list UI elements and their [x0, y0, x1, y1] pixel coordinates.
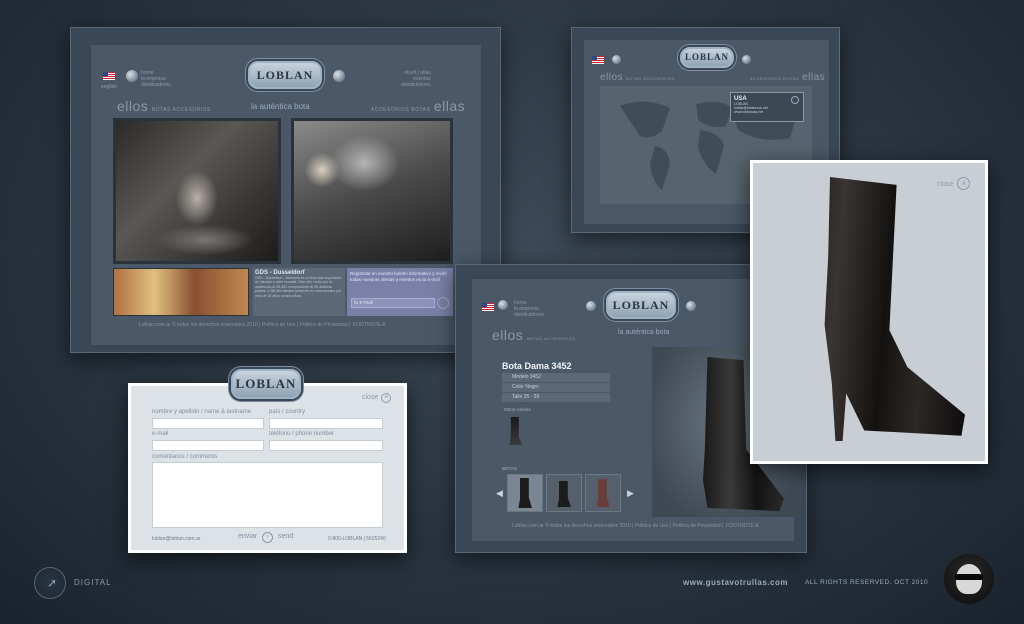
nav-distribuidores-right-link[interactable]: distribuidores: [401, 82, 431, 88]
product-nav-distribuidores-link[interactable]: distribuidores: [514, 312, 544, 318]
men-photo[interactable]: [113, 118, 281, 264]
map-loblan-logo[interactable]: LOBLAN: [680, 47, 734, 68]
country-field[interactable]: [269, 418, 383, 429]
close-x-icon[interactable]: ×: [957, 177, 971, 190]
author-avatar[interactable]: [944, 554, 994, 604]
contact-form-mockup: LOBLAN close × nombre y apellido / name …: [128, 369, 407, 553]
home-page-mockup: english home la empresa distribuidores L…: [70, 27, 501, 353]
nav-left-knob-icon: [126, 70, 138, 82]
news-box: GDS - Dusseldorf GDS - Dusseldorf - Alem…: [253, 268, 345, 316]
boot-zoom-modal: close ×: [750, 160, 988, 464]
spec-color: Color Negro: [502, 383, 610, 392]
category-ellos[interactable]: ellos BOTAS ACCESORIOS: [117, 98, 211, 114]
category-ellas[interactable]: ACCESORIOS BOTAS ellas: [371, 98, 465, 114]
email-field-label: e-mail: [152, 431, 169, 437]
zoom-boot-image: [824, 177, 965, 441]
carousel-prev-arrow-icon[interactable]: ◀: [496, 488, 503, 499]
newsletter-submit-button[interactable]: [437, 297, 449, 309]
cursor-arrow-icon: ➚: [47, 576, 58, 590]
send-label-en[interactable]: send: [278, 533, 293, 540]
home-footer: Loblan.com.ar © todos los derechos reser…: [139, 322, 386, 328]
product-tagline: la auténtica bota: [618, 329, 670, 336]
category-ellas-sub: ACCESORIOS BOTAS: [371, 107, 431, 113]
news-body: GDS - Dusseldorf - Alemania es la feria …: [255, 276, 342, 298]
nav-distribuidores-link[interactable]: distribuidores: [141, 82, 171, 88]
product-category-ellos[interactable]: ellos BOTAS ACCESORIOS: [492, 327, 576, 343]
country-field-label: país / country: [269, 409, 306, 415]
newsletter-text: Registrate en nuestro boletín informativ…: [350, 271, 447, 282]
map-nav-left-knob-icon: [612, 55, 621, 64]
name-field-label: nombre y apellido / name & lastname: [152, 409, 252, 415]
category-ellas-title[interactable]: ellas: [434, 98, 465, 114]
contact-phone: 0-800-LOBLAN | 5625240: [328, 536, 386, 542]
website-link[interactable]: www.gustavotrullas.com: [683, 578, 788, 587]
newsletter-email-input[interactable]: tu e-mail: [351, 298, 435, 308]
rights-text: ALL RIGHTS RESERVED. OCT 2010: [805, 579, 929, 586]
carousel-label: BOTAS: [502, 466, 517, 471]
map-ellos-sub: BOTAS ACCESORIOS: [626, 76, 675, 81]
map-country-popup[interactable]: USA LOBLAN loblan@loblanusa.net www.lobl…: [730, 92, 804, 122]
send-arrow-icon[interactable]: ›: [262, 532, 274, 543]
product-ellos-title[interactable]: ellos: [492, 327, 523, 343]
zoom-close-label[interactable]: close: [937, 181, 953, 188]
women-photo[interactable]: [291, 118, 453, 264]
comments-textarea[interactable]: [152, 462, 383, 528]
map-nav-right-knob-icon: [742, 55, 751, 64]
map-category-ellos[interactable]: ellos BOTAS ACCESORIOS: [600, 72, 675, 83]
product-nav-left[interactable]: home la empresa distribuidores: [514, 300, 544, 318]
other-colors-label: Otros colores: [504, 407, 531, 412]
product-title: Bota Dama 3452: [502, 361, 572, 371]
loblan-logo[interactable]: LOBLAN: [248, 61, 322, 89]
comments-field-label: comentarios / comments: [152, 454, 218, 460]
us-flag-icon[interactable]: [103, 72, 115, 80]
send-label-es[interactable]: enviar: [238, 533, 257, 540]
store-photo[interactable]: [113, 268, 249, 316]
map-ellos-title[interactable]: ellos: [600, 72, 623, 83]
phone-field[interactable]: [269, 440, 383, 451]
product-us-flag-icon[interactable]: [482, 303, 494, 311]
newsletter-box: Registrate en nuestro boletín informativ…: [347, 268, 453, 316]
nav-right-knob-icon: [333, 70, 345, 82]
popup-close-icon[interactable]: [791, 96, 799, 104]
product-ellos-sub: BOTAS ACCESORIOS: [526, 336, 576, 341]
contact-close-label[interactable]: close: [362, 394, 378, 401]
avatar-glasses-icon: [955, 574, 983, 580]
product-loblan-logo[interactable]: LOBLAN: [606, 291, 676, 319]
home-nav-left[interactable]: home la empresa distribuidores: [141, 70, 171, 88]
contact-close-button[interactable]: close ×: [362, 393, 392, 403]
tagline: la auténtica bota: [251, 102, 310, 111]
popup-line-3[interactable]: www.loblanusa.net: [734, 110, 800, 114]
spec-size: Talle 35 - 39: [502, 393, 610, 402]
map-ellas-title[interactable]: ellas: [802, 72, 825, 83]
contact-loblan-logo[interactable]: LOBLAN: [231, 369, 301, 399]
map-category-ellas[interactable]: ACCESORIOS BOTAS ellas: [750, 72, 825, 83]
category-ellos-sub: BOTAS ACCESORIOS: [151, 107, 211, 113]
send-button[interactable]: enviar › send: [238, 532, 293, 543]
name-field[interactable]: [152, 418, 264, 429]
digital-section-button[interactable]: ➚: [34, 567, 66, 599]
spec-model: Modelo 3452: [502, 373, 610, 382]
map-ellas-sub: ACCESORIOS BOTAS: [750, 76, 800, 81]
home-nav-right[interactable]: diseñ | ellas eventos distribuidores: [401, 70, 431, 88]
product-logo-knob-left-icon: [586, 301, 596, 311]
product-footer: Loblan.com.ar © todos los derechos reser…: [512, 523, 759, 529]
zoom-close-button[interactable]: close ×: [937, 177, 971, 190]
category-ellos-title[interactable]: ellos: [117, 98, 148, 114]
contact-close-x-icon[interactable]: ×: [381, 393, 392, 403]
phone-field-label: teléfono / phone number: [269, 431, 335, 437]
language-link[interactable]: english: [101, 84, 117, 90]
digital-label: DIGITAL: [74, 578, 112, 587]
zoom-image-area: close ×: [753, 163, 985, 461]
carousel-next-arrow-icon[interactable]: ▶: [627, 488, 634, 499]
email-field[interactable]: [152, 440, 264, 451]
product-logo-knob-right-icon: [686, 301, 696, 311]
product-nav-left-knob-icon: [498, 300, 508, 310]
contact-email[interactable]: loblan@loblan.com.ar: [152, 536, 200, 542]
map-us-flag-icon[interactable]: [592, 56, 604, 64]
